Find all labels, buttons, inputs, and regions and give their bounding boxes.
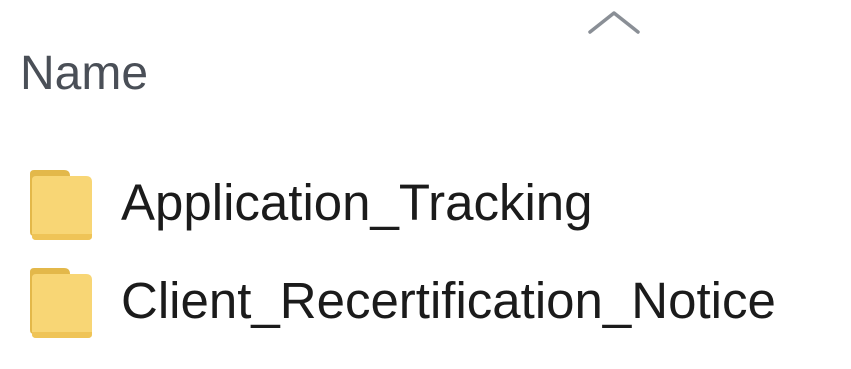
file-name[interactable]: Client_Recertification_Notice — [121, 268, 776, 334]
file-list: Application_Tracking Client_Recertificat… — [0, 160, 851, 369]
chevron-up-icon[interactable] — [588, 10, 640, 34]
column-header: Name — [0, 0, 851, 130]
list-item[interactable]: Application_Tracking — [0, 160, 851, 246]
name-column-header[interactable]: Name — [20, 44, 148, 104]
file-name[interactable]: Application_Tracking — [121, 170, 593, 236]
folder-icon — [30, 170, 92, 240]
folder-icon — [30, 268, 92, 338]
list-item[interactable]: Client_Recertification_Notice — [0, 258, 851, 344]
